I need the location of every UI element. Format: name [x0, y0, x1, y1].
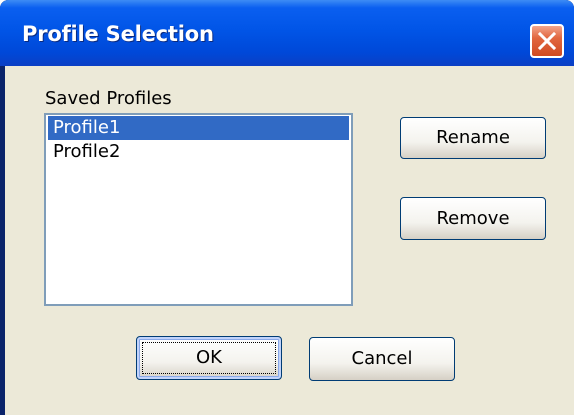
dialog-body: Saved Profiles Profile1 Profile2 Rename … [5, 66, 574, 415]
remove-button[interactable]: Remove [400, 197, 546, 240]
rename-button[interactable]: Rename [400, 117, 546, 159]
list-item-profile2[interactable]: Profile2 [48, 140, 120, 164]
profile-selection-dialog: Profile Selection Saved Profiles Profile… [0, 0, 574, 415]
focus-rectangle [142, 342, 276, 374]
window-title: Profile Selection [22, 22, 214, 46]
saved-profiles-list[interactable]: Profile1 Profile2 [44, 113, 353, 306]
close-button[interactable] [530, 24, 564, 58]
list-item-profile1[interactable]: Profile1 [48, 116, 349, 140]
cancel-button[interactable]: Cancel [309, 337, 455, 381]
title-bar[interactable]: Profile Selection [0, 0, 574, 66]
close-icon [537, 31, 557, 51]
ok-button[interactable]: OK [136, 336, 282, 380]
saved-profiles-label: Saved Profiles [45, 88, 172, 109]
